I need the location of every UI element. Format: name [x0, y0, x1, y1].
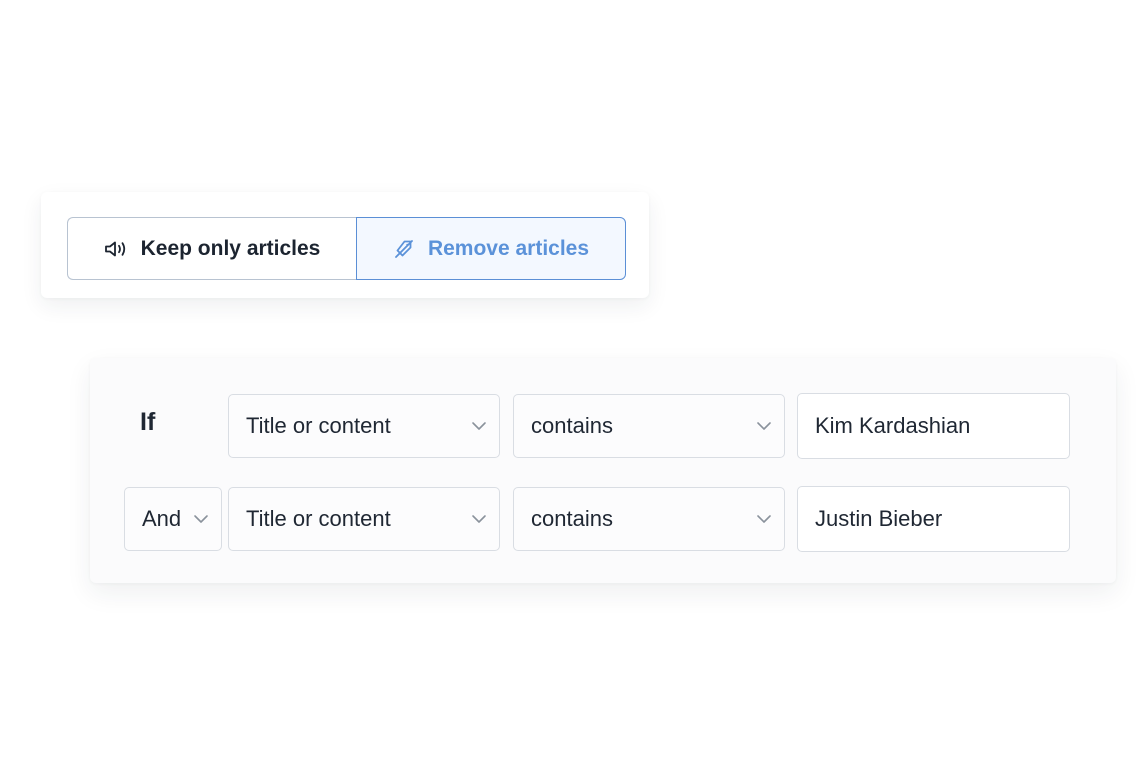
field-select-value: Title or content: [246, 506, 391, 531]
speaker-icon: [104, 239, 128, 259]
keyword-input-value: Kim Kardashian: [815, 413, 971, 438]
chevron-down-icon: [756, 514, 772, 524]
field-select[interactable]: Title or content: [228, 394, 500, 458]
remove-articles-button[interactable]: Remove articles: [356, 217, 626, 280]
operator-select[interactable]: contains: [513, 394, 785, 458]
tag-off-icon: [393, 238, 415, 260]
page: Keep only articles Remove articles If Ti…: [0, 0, 1140, 780]
keep-only-articles-button[interactable]: Keep only articles: [67, 217, 356, 280]
mode-toggle-card: Keep only articles Remove articles: [41, 192, 649, 298]
field-select[interactable]: Title or content: [228, 487, 500, 551]
operator-select-value: contains: [531, 506, 613, 531]
chevron-down-icon: [471, 421, 487, 431]
remove-articles-label: Remove articles: [427, 236, 590, 260]
connector-select-value: And: [142, 506, 182, 531]
chevron-down-icon: [756, 421, 772, 431]
chevron-down-icon: [193, 514, 209, 524]
keyword-input[interactable]: Justin Bieber: [797, 486, 1070, 552]
operator-select-value: contains: [531, 413, 613, 438]
chevron-down-icon: [471, 514, 487, 524]
keyword-input[interactable]: Kim Kardashian: [797, 393, 1070, 459]
keyword-input-value: Justin Bieber: [815, 506, 943, 531]
if-label: If: [140, 408, 156, 436]
connector-select[interactable]: And: [124, 487, 222, 551]
mode-toggle: Keep only articles Remove articles: [67, 217, 626, 280]
keep-only-articles-label: Keep only articles: [140, 236, 321, 260]
operator-select[interactable]: contains: [513, 487, 785, 551]
filter-rules-card: If Title or content contains Kim Kardash…: [90, 358, 1116, 583]
field-select-value: Title or content: [246, 413, 391, 438]
